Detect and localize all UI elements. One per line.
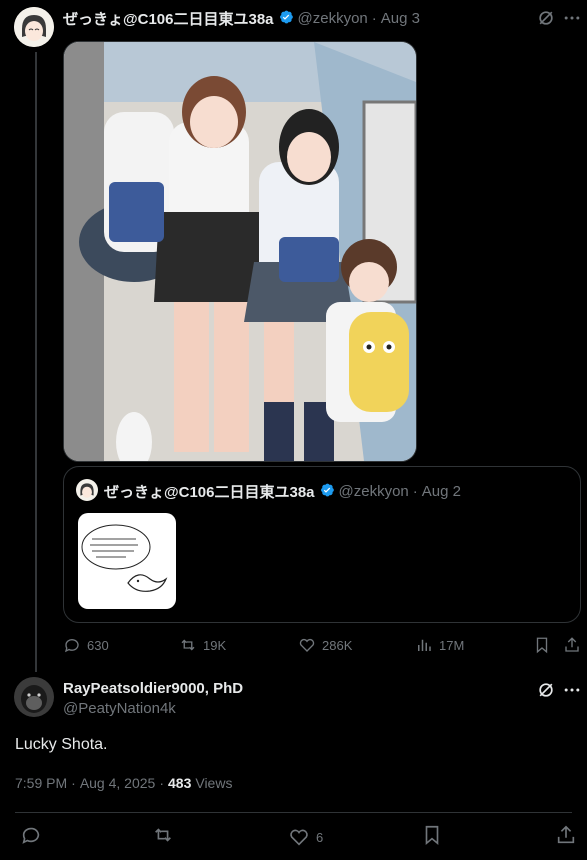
grok-icon[interactable] [536, 8, 556, 28]
quoted-handle: @zekkyon [338, 482, 409, 500]
manga-illustration [64, 42, 416, 461]
quoted-display-name: ぜっきょ@C106二日目東ユ38a [104, 483, 315, 501]
reply-meta-separator-2: · [159, 775, 164, 791]
parent-separator: · [371, 9, 377, 27]
reply-share-icon[interactable] [555, 824, 577, 846]
parent-date[interactable]: Aug 3 [381, 10, 420, 27]
parent-avatar[interactable] [14, 7, 54, 47]
reply-repost-button[interactable] [152, 824, 174, 846]
reply-avatar[interactable] [14, 677, 54, 717]
tweet-media-image[interactable] [63, 41, 417, 462]
reply-like-button[interactable]: 6 [288, 826, 323, 848]
reply-more-options-icon[interactable] [562, 680, 582, 700]
like-count: 286K [322, 637, 353, 653]
repost-count: 19K [203, 637, 227, 653]
reply-reply-button[interactable] [20, 824, 42, 846]
reply-bookmark-icon[interactable] [421, 824, 443, 846]
verified-badge-icon [278, 9, 294, 27]
views-button[interactable]: 17M [415, 636, 464, 654]
quoted-tweet-card[interactable]: ぜっきょ@C106二日目東ユ38a @zekkyon · Aug 2 [63, 466, 581, 623]
reply-views-label: Views [195, 775, 233, 791]
reply-like-count: 6 [316, 829, 324, 845]
repost-button[interactable]: 19K [179, 636, 226, 654]
quoted-media-thumbnail[interactable] [78, 513, 176, 609]
parent-display-name[interactable]: ぜっきょ@C106二日目東ユ38a [63, 8, 274, 29]
reply-date[interactable]: Aug 4, 2025 [80, 775, 156, 791]
bookmark-icon[interactable] [533, 636, 551, 654]
quoted-verified-badge-icon [319, 482, 335, 500]
reply-text: Lucky Shota. [15, 736, 108, 753]
reply-handle[interactable]: @PeatyNation4k [63, 700, 176, 717]
reply-views-count: 483 [168, 775, 192, 791]
like-button[interactable]: 286K [298, 636, 352, 654]
divider [15, 812, 572, 813]
reply-meta-separator-1: · [71, 775, 76, 791]
views-count: 17M [439, 637, 465, 653]
reply-button[interactable]: 630 [63, 636, 109, 654]
parent-handle[interactable]: @zekkyon [298, 10, 368, 27]
reply-display-name[interactable]: RayPeatsoldier9000, PhD [63, 680, 243, 697]
reply-grok-icon[interactable] [536, 680, 556, 700]
thread-connector-line [35, 52, 37, 672]
quoted-avatar[interactable] [76, 479, 98, 501]
quoted-date: Aug 2 [421, 482, 461, 500]
reply-count: 630 [87, 637, 109, 653]
quoted-separator: · [412, 482, 418, 500]
share-icon[interactable] [563, 636, 581, 654]
more-options-icon[interactable] [562, 8, 582, 28]
reply-time[interactable]: 7:59 PM [15, 775, 67, 791]
